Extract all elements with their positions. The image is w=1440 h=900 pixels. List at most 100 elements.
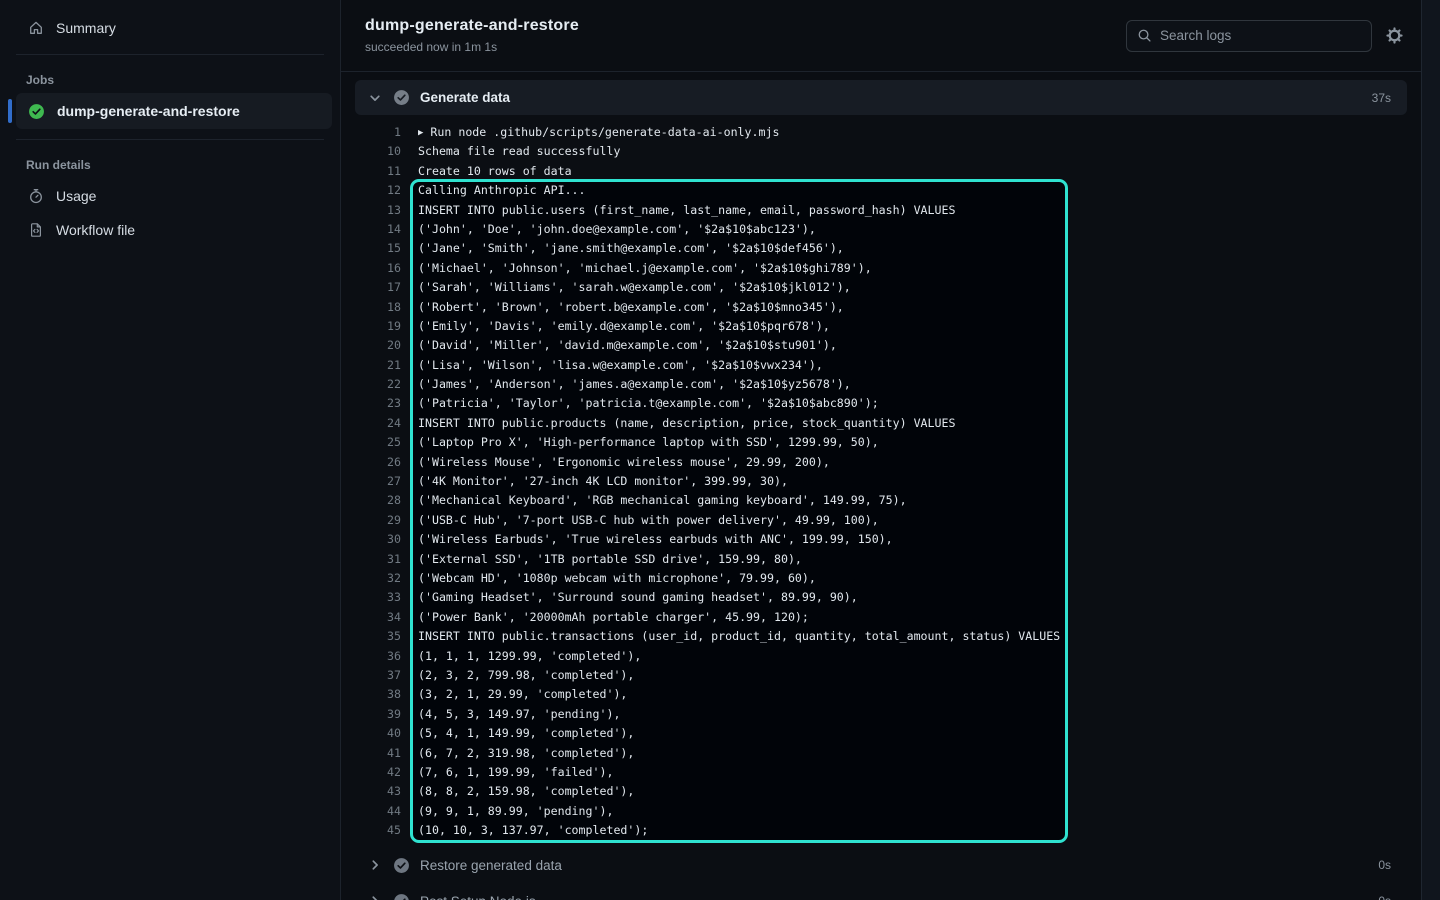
log-line-text: ▶Run node .github/scripts/generate-data-… <box>410 123 779 142</box>
log-line-number[interactable]: 19 <box>355 317 410 336</box>
log-line-number[interactable]: 21 <box>355 356 410 375</box>
step-success-check-icon <box>393 893 410 900</box>
log-line-number[interactable]: 41 <box>355 744 410 763</box>
log-line-number[interactable]: 33 <box>355 588 410 607</box>
search-logs-box[interactable] <box>1126 20 1372 52</box>
log-line-number[interactable]: 30 <box>355 530 410 549</box>
log-line-text: (4, 5, 3, 149.97, 'pending'), <box>410 705 620 724</box>
log-line-number[interactable]: 13 <box>355 201 410 220</box>
log-line: 39(4, 5, 3, 149.97, 'pending'), <box>355 705 1407 724</box>
sidebar-divider <box>16 139 324 140</box>
log-line-text: INSERT INTO public.products (name, descr… <box>410 414 955 433</box>
log-line-number[interactable]: 32 <box>355 569 410 588</box>
step-header-post-setup-nodejs[interactable]: Post Setup Node.js 0s <box>355 884 1407 900</box>
step-duration: 0s <box>1378 894 1391 900</box>
log-line-number[interactable]: 1 <box>355 123 410 142</box>
log-group-toggle-icon[interactable]: ▶ <box>418 128 423 138</box>
log-line-number[interactable]: 45 <box>355 821 410 840</box>
run-status-text: succeeded now in 1m 1s <box>365 40 579 54</box>
log-line: 12Calling Anthropic API... <box>355 181 1407 200</box>
log-line-number[interactable]: 16 <box>355 259 410 278</box>
sidebar-item-job-dump-generate-and-restore[interactable]: dump-generate-and-restore <box>16 93 332 129</box>
gear-icon[interactable] <box>1386 27 1403 44</box>
log-line-number[interactable]: 25 <box>355 433 410 452</box>
log-line: 29('USB-C Hub', '7-port USB-C hub with p… <box>355 511 1407 530</box>
log-line-text: ('Michael', 'Johnson', 'michael.j@exampl… <box>410 259 872 278</box>
log-line-number[interactable]: 31 <box>355 550 410 569</box>
log-line-number[interactable]: 27 <box>355 472 410 491</box>
log-line-number[interactable]: 14 <box>355 220 410 239</box>
log-line-number[interactable]: 17 <box>355 278 410 297</box>
log-line: 23('Patricia', 'Taylor', 'patricia.t@exa… <box>355 394 1407 413</box>
job-success-check-icon <box>28 103 45 120</box>
log-line-number[interactable]: 28 <box>355 491 410 510</box>
log-line-number[interactable]: 22 <box>355 375 410 394</box>
log-line-text: ('James', 'Anderson', 'james.a@example.c… <box>410 375 851 394</box>
run-header: dump-generate-and-restore succeeded now … <box>341 0 1421 72</box>
log-line-number[interactable]: 15 <box>355 239 410 258</box>
log-line-text: ('Emily', 'Davis', 'emily.d@example.com'… <box>410 317 830 336</box>
log-line-text: ('Webcam HD', '1080p webcam with microph… <box>410 569 816 588</box>
log-line-number[interactable]: 44 <box>355 802 410 821</box>
step-header-generate-data[interactable]: Generate data 37s <box>355 80 1407 115</box>
log-line-number[interactable]: 40 <box>355 724 410 743</box>
log-line-text: ('Patricia', 'Taylor', 'patricia.t@examp… <box>410 394 879 413</box>
log-line-number[interactable]: 36 <box>355 647 410 666</box>
run-details-section-header: Run details <box>0 150 340 178</box>
log-line-text: INSERT INTO public.transactions (user_id… <box>410 627 1060 646</box>
sidebar-item-workflow-file[interactable]: Workflow file <box>8 214 332 246</box>
scrollbar-gutter[interactable] <box>1421 0 1440 900</box>
log-line: 28('Mechanical Keyboard', 'RGB mechanica… <box>355 491 1407 510</box>
log-line-number[interactable]: 20 <box>355 336 410 355</box>
jobs-section-header: Jobs <box>0 65 340 93</box>
log-line-text: (5, 4, 1, 149.99, 'completed'), <box>410 724 634 743</box>
log-line-number[interactable]: 10 <box>355 142 410 161</box>
log-line-text: ('Lisa', 'Wilson', 'lisa.w@example.com',… <box>410 356 823 375</box>
log-line-number[interactable]: 29 <box>355 511 410 530</box>
step-name: Post Setup Node.js <box>420 894 536 900</box>
sidebar-item-summary[interactable]: Summary <box>8 12 332 44</box>
home-icon <box>28 20 44 36</box>
selected-job-accent-bar <box>8 99 12 123</box>
log-line: 18('Robert', 'Brown', 'robert.b@example.… <box>355 298 1407 317</box>
log-line-number[interactable]: 18 <box>355 298 410 317</box>
sidebar: Summary Jobs dump-generate-and-restore R… <box>0 0 341 900</box>
log-line-text: (9, 9, 1, 89.99, 'pending'), <box>410 802 613 821</box>
log-line-text: Create 10 rows of data <box>410 162 572 181</box>
log-line: 20('David', 'Miller', 'david.m@example.c… <box>355 336 1407 355</box>
search-logs-input[interactable] <box>1160 28 1361 43</box>
log-line-number[interactable]: 37 <box>355 666 410 685</box>
log-line-number[interactable]: 26 <box>355 453 410 472</box>
sidebar-item-usage[interactable]: Usage <box>8 180 332 212</box>
log-line-number[interactable]: 35 <box>355 627 410 646</box>
log-line: 26('Wireless Mouse', 'Ergonomic wireless… <box>355 453 1407 472</box>
job-name: dump-generate-and-restore <box>57 103 240 119</box>
log-line-number[interactable]: 43 <box>355 782 410 801</box>
log-line: 33('Gaming Headset', 'Surround sound gam… <box>355 588 1407 607</box>
log-line-text: ('Mechanical Keyboard', 'RGB mechanical … <box>410 491 907 510</box>
log-line-text: ('John', 'Doe', 'john.doe@example.com', … <box>410 220 816 239</box>
file-code-icon <box>28 222 44 238</box>
log-line-number[interactable]: 24 <box>355 414 410 433</box>
sidebar-item-label: Workflow file <box>56 222 135 238</box>
log-line-number[interactable]: 39 <box>355 705 410 724</box>
log-line: 30('Wireless Earbuds', 'True wireless ea… <box>355 530 1407 549</box>
log-line-number[interactable]: 23 <box>355 394 410 413</box>
log-line-number[interactable]: 12 <box>355 181 410 200</box>
log-line-text: (2, 3, 2, 799.98, 'completed'), <box>410 666 634 685</box>
log-line-text: (8, 8, 2, 159.98, 'completed'), <box>410 782 634 801</box>
log-line: 25('Laptop Pro X', 'High-performance lap… <box>355 433 1407 452</box>
log-line-number[interactable]: 34 <box>355 608 410 627</box>
log-line: 21('Lisa', 'Wilson', 'lisa.w@example.com… <box>355 356 1407 375</box>
log-line-number[interactable]: 38 <box>355 685 410 704</box>
log-line: 10Schema file read successfully <box>355 142 1407 161</box>
log-line-number[interactable]: 42 <box>355 763 410 782</box>
step-header-restore-generated-data[interactable]: Restore generated data 0s <box>355 848 1407 882</box>
log-line-number[interactable]: 11 <box>355 162 410 181</box>
log-line: 36(1, 1, 1, 1299.99, 'completed'), <box>355 647 1407 666</box>
log-line: 34('Power Bank', '20000mAh portable char… <box>355 608 1407 627</box>
log-line: 35INSERT INTO public.transactions (user_… <box>355 627 1407 646</box>
log-line: 22('James', 'Anderson', 'james.a@example… <box>355 375 1407 394</box>
step-success-check-icon <box>393 857 410 874</box>
log-line: 14('John', 'Doe', 'john.doe@example.com'… <box>355 220 1407 239</box>
